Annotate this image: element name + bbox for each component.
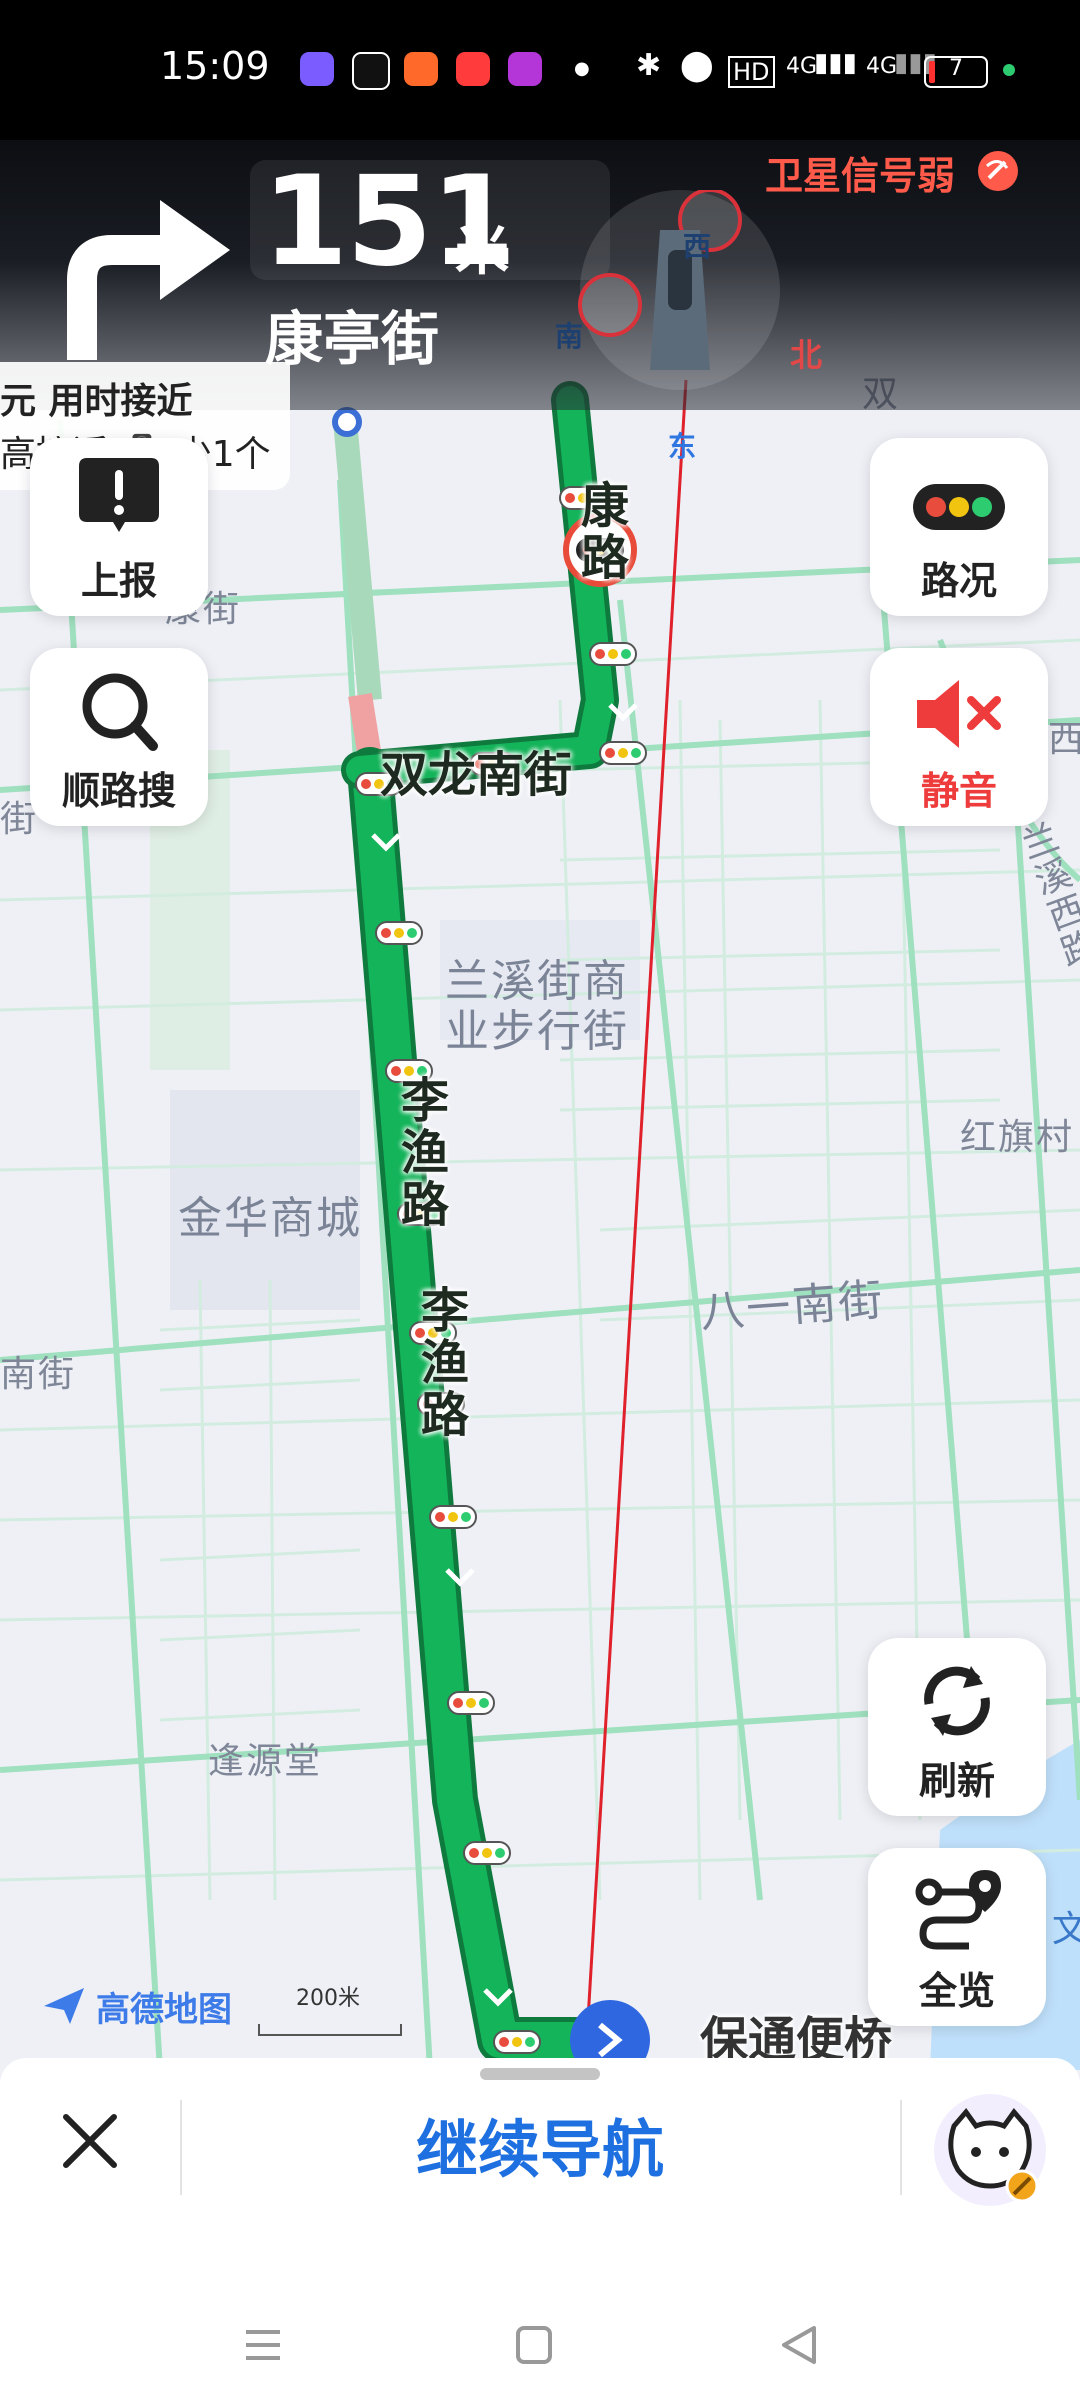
mute-button[interactable]: 静音: [870, 648, 1048, 826]
status-time: 15:09: [160, 44, 270, 88]
map-label-jinhua-mall: 金华商城: [178, 1193, 362, 1244]
mute-label: 静音: [920, 769, 997, 813]
traffic-label: 路况: [920, 559, 997, 603]
app-notification-icon: [300, 52, 334, 86]
map-brand: 高德地图: [96, 1990, 232, 2030]
map-label-xi: 西: [1048, 719, 1080, 760]
privacy-indicator-dot: [1003, 64, 1015, 76]
continue-navigation-button[interactable]: 继续导航: [300, 2100, 780, 2200]
refresh-button[interactable]: 刷新: [868, 1638, 1046, 1816]
map-scale-label: 200米: [296, 1986, 360, 2011]
map-label-fengyuan-tang: 逢源堂: [208, 1741, 323, 1782]
distance-unit: 米: [455, 219, 509, 282]
battery-icon: 7: [924, 56, 988, 88]
app-notification-icon: [508, 52, 542, 86]
map-label-bayi-nanjie: 八一南街: [698, 1274, 886, 1339]
voice-assistant-button[interactable]: [930, 2090, 1050, 2210]
road-label-liyu-top: 李渔路: [392, 1075, 448, 1231]
search-icon: [82, 673, 158, 751]
traffic-button[interactable]: 路况: [870, 438, 1048, 616]
location-icon: ⬤: [680, 48, 714, 83]
refresh-icon: [924, 1666, 990, 1736]
satellite-signal-weak-icon: [978, 151, 1018, 191]
map-label-wen: 文: [1052, 1909, 1080, 1950]
status-bar: 15:09 ● ✱ ⬤ HD 4G ▮▮▮ 4G ▮▮▮ 7: [0, 0, 1080, 140]
compass-west-label: 西: [683, 230, 712, 263]
compass-east-label: 东: [668, 430, 697, 463]
report-label: 上报: [80, 559, 157, 603]
close-navigation-button[interactable]: [50, 2095, 130, 2185]
refresh-label: 刷新: [918, 1759, 995, 1803]
road-label-shuanglong-nanjie: 双龙南街: [380, 747, 573, 803]
hd-voice-icon: HD: [728, 56, 775, 88]
traffic-light-icon: [913, 484, 1005, 530]
divider: [180, 2100, 182, 2195]
road-label-liyu-mid: 李渔路: [412, 1285, 468, 1441]
signal-network-label-2: 4G: [866, 54, 898, 79]
route-overview-icon: [915, 1870, 1001, 1950]
video-app-icon: [456, 52, 490, 86]
mute-speaker-icon: [917, 680, 1001, 748]
search-along-route-button[interactable]: 顺路搜: [30, 648, 208, 826]
route-tip-line1: 元 用时接近: [0, 381, 193, 422]
road-label-kang: 康路: [572, 480, 628, 584]
turn-right-arrow-icon: [67, 200, 230, 360]
back-nav-icon[interactable]: [764, 2310, 834, 2380]
signal-network-label: 4G: [786, 54, 818, 79]
compass-south-label: 南: [555, 320, 584, 353]
map-label-hongqi-cun: 红旗村: [960, 1117, 1075, 1158]
menu-nav-icon[interactable]: [228, 2310, 298, 2380]
map-label-jie-left: 南街: [0, 1354, 77, 1395]
home-nav-icon[interactable]: [498, 2310, 568, 2380]
douyin-icon: [352, 52, 390, 90]
next-street-name: 康亭街: [265, 305, 440, 373]
report-button[interactable]: 上报: [30, 438, 208, 616]
sheet-drag-handle[interactable]: [480, 2068, 600, 2080]
gps-weak-warning: 卫星信号弱: [765, 154, 956, 198]
divider: [900, 2100, 902, 2195]
amap-logo-icon: [42, 1986, 86, 2030]
more-notifications-dot: ●: [574, 58, 590, 79]
overview-button[interactable]: 全览: [868, 1848, 1046, 2026]
app-notification-icon: [404, 52, 438, 86]
map-label-lanxi-pedestrian-2: 业步行街: [445, 1006, 629, 1057]
map-scale-bar: [258, 2024, 402, 2036]
compass-north-label: 北: [790, 336, 823, 374]
overview-label: 全览: [918, 1969, 995, 2013]
signal-bars-icon: ▮▮▮: [814, 48, 857, 78]
bluetooth-icon: ✱: [636, 48, 662, 83]
search-along-label: 顺路搜: [61, 769, 176, 813]
report-icon: [79, 458, 159, 532]
